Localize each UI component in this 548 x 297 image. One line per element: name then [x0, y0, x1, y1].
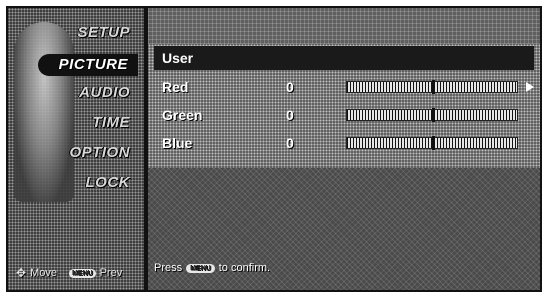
sidebar-footer: ✥ Move MENU Prev [16, 266, 122, 280]
setting-label: Red [162, 79, 189, 95]
move-label: Move [30, 267, 57, 279]
setting-label: Blue [162, 135, 193, 151]
level-slider-blue[interactable] [346, 136, 518, 150]
osd-menu-frame: SETUP PICTURE AUDIO TIME OPTION LOCK ✥ M… [6, 6, 542, 292]
slider-center-marker [432, 80, 435, 94]
sidebar-item-picture[interactable]: PICTURE [38, 54, 138, 76]
setting-value: 0 [286, 135, 294, 151]
right-arrow-icon[interactable] [526, 82, 534, 92]
slider-center-marker [432, 136, 435, 150]
setting-label: Green [162, 107, 203, 123]
menu-key-icon: MENU [68, 268, 96, 278]
setting-row-green[interactable]: Green 0 [162, 104, 534, 126]
four-way-arrow-icon: ✥ [16, 266, 27, 280]
sidebar-item-setup[interactable]: SETUP [77, 24, 130, 41]
setting-row-blue[interactable]: Blue 0 [162, 132, 534, 154]
panel-header-strip [148, 8, 540, 44]
sidebar-item-time[interactable]: TIME [92, 114, 130, 131]
sidebar-graphic [14, 22, 74, 202]
confirm-hint: Press MENU to confirm. [154, 262, 270, 274]
setting-value: 0 [286, 107, 294, 123]
hint-suffix: to confirm. [218, 262, 271, 274]
level-slider-green[interactable] [346, 108, 518, 122]
panel-lower-area: Press MENU to confirm. [148, 168, 540, 290]
sidebar-item-audio[interactable]: AUDIO [79, 84, 130, 101]
slider-center-marker [432, 108, 435, 122]
sidebar-item-option[interactable]: OPTION [69, 144, 130, 161]
sidebar-item-lock[interactable]: LOCK [86, 174, 131, 191]
prev-label: Prev [99, 267, 123, 279]
sidebar: SETUP PICTURE AUDIO TIME OPTION LOCK ✥ M… [8, 8, 146, 290]
menu-key-icon: MENU [186, 263, 215, 273]
submenu-title: User [154, 46, 534, 70]
hint-prefix: Press [154, 262, 183, 274]
setting-value: 0 [286, 79, 294, 95]
setting-row-red[interactable]: Red 0 [162, 76, 534, 98]
level-slider-red[interactable] [346, 80, 518, 94]
main-panel: User Red 0 Green 0 Blue 0 Press MENU to … [148, 8, 540, 290]
